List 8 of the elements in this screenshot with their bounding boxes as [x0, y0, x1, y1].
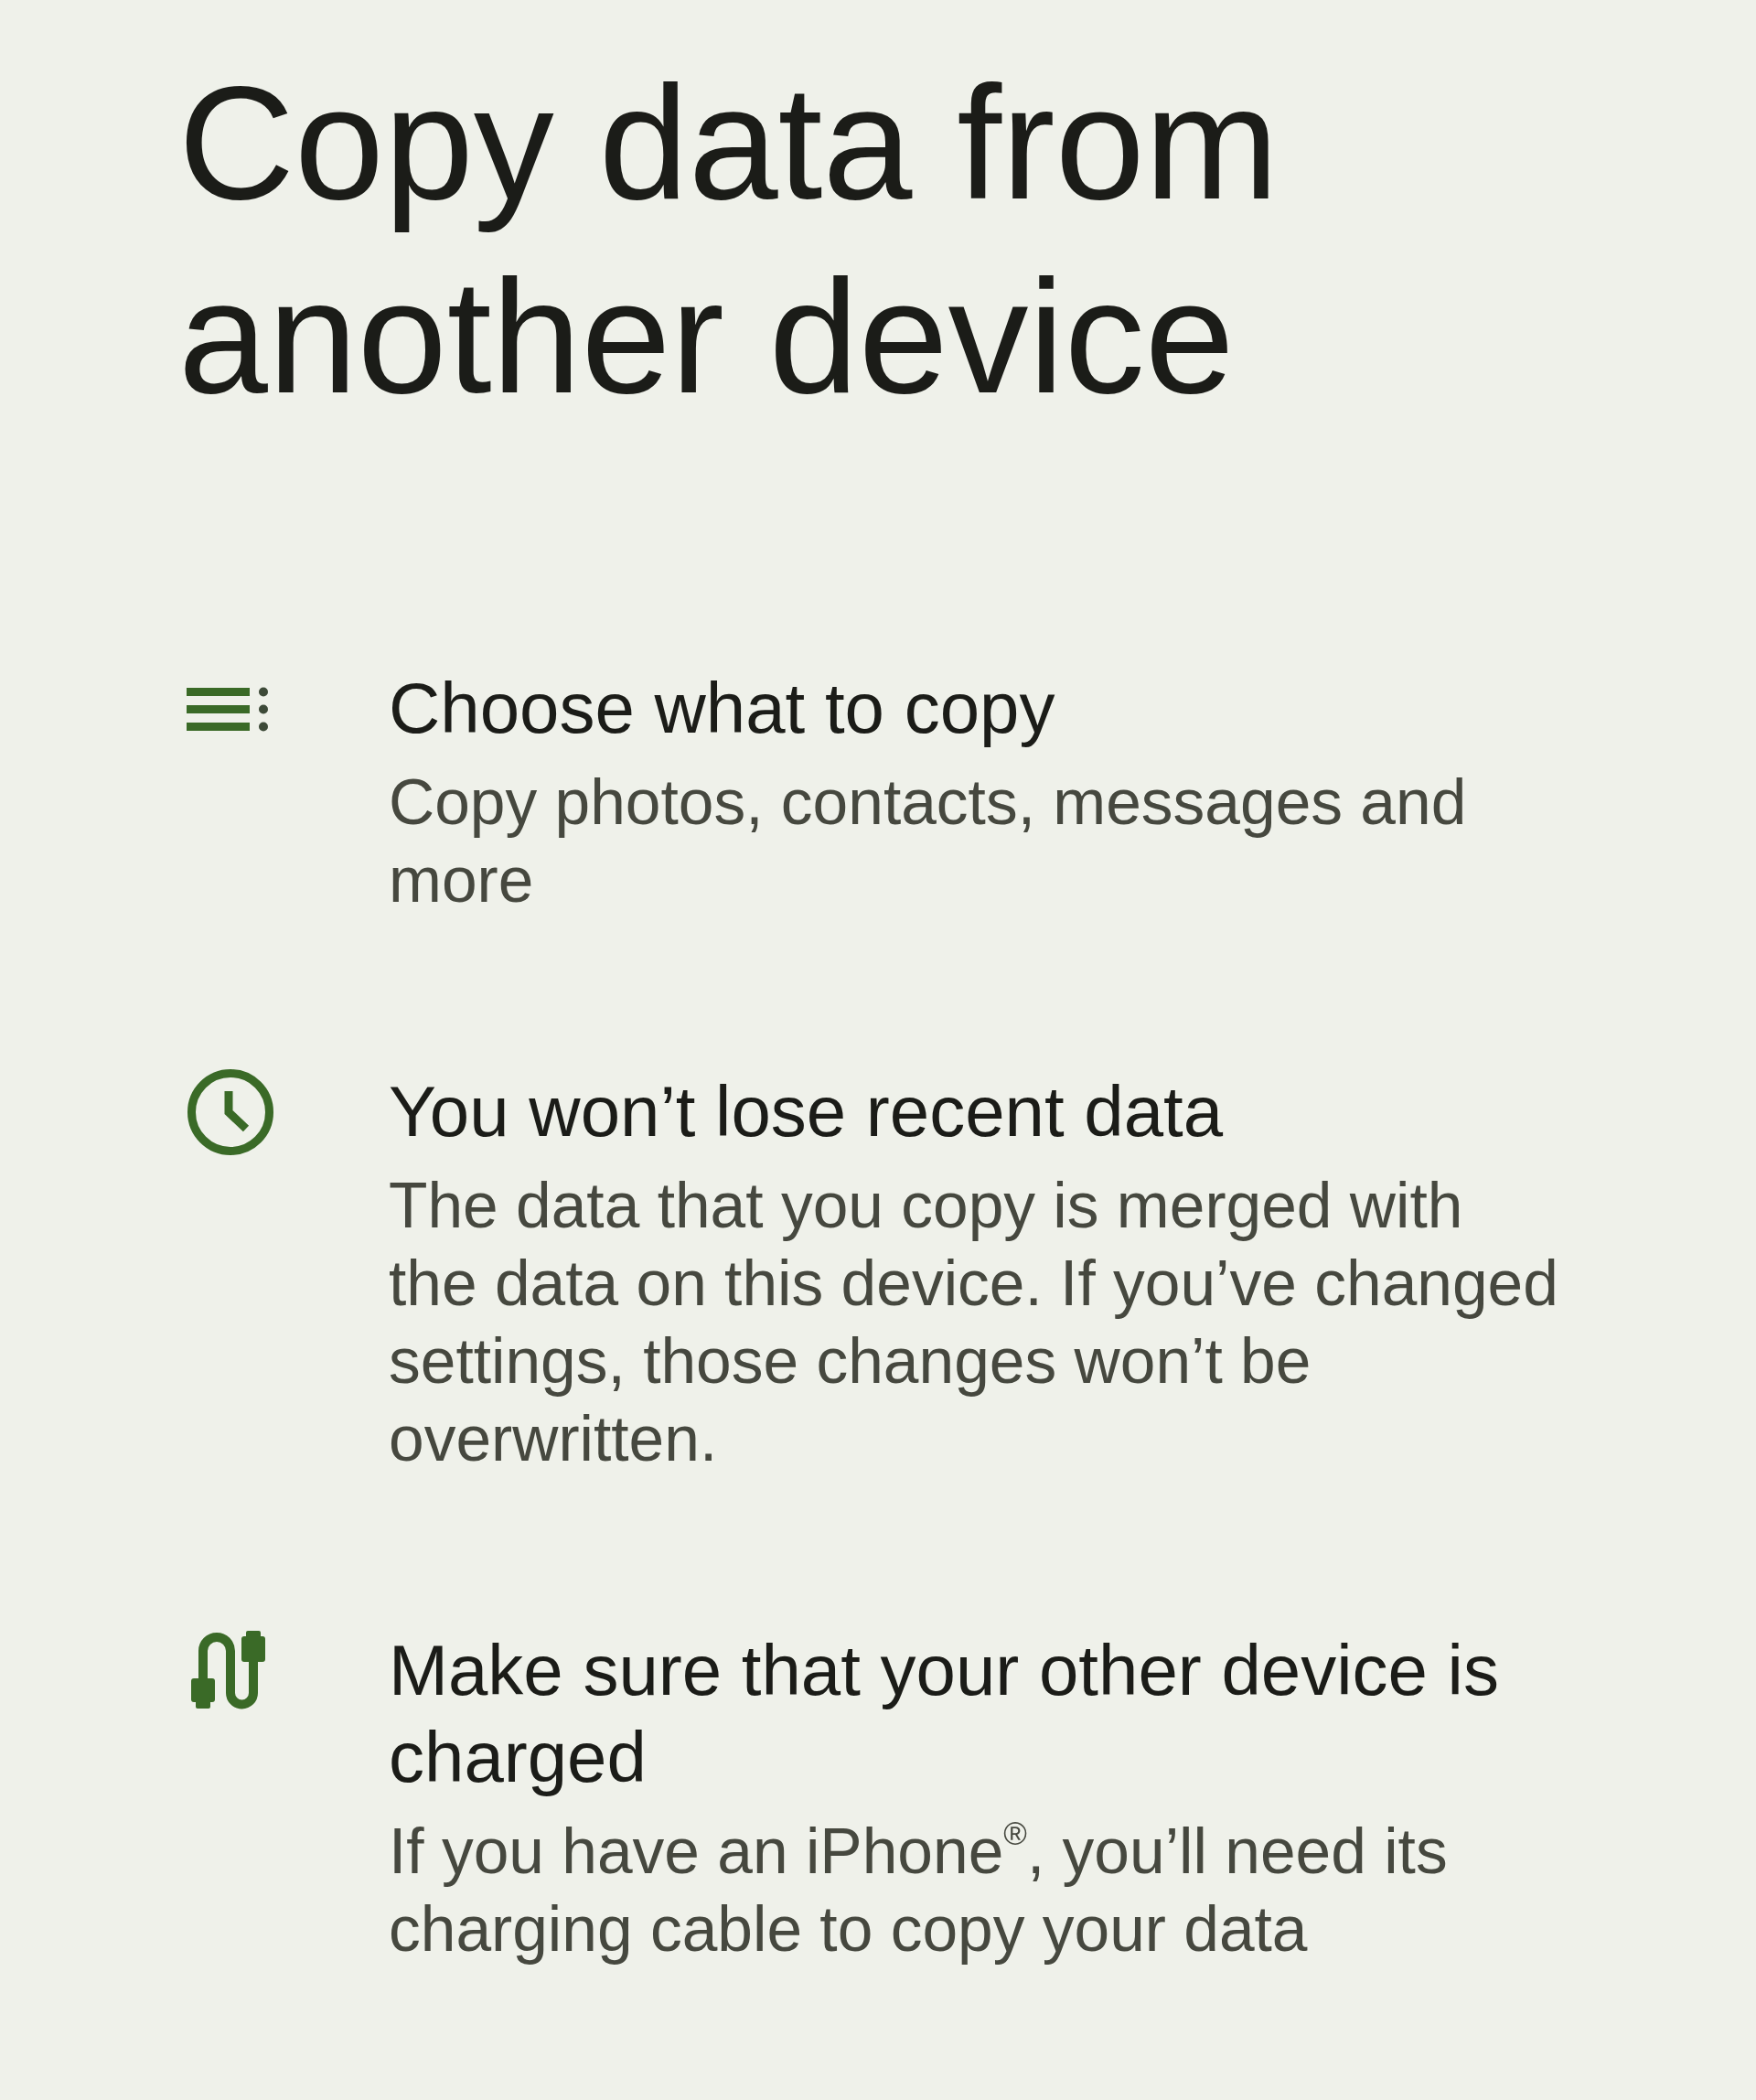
info-description: Copy photos, contacts, messages and more — [389, 766, 1468, 917]
page-title: Copy data from another device — [178, 52, 1280, 428]
clock-icon — [187, 1067, 274, 1156]
info-heading: Choose what to copy — [389, 667, 1056, 750]
info-heading: You won’t lose recent data — [389, 1070, 1225, 1153]
info-heading: Make sure that your other device is charged — [389, 1629, 1500, 1799]
info-description: If you have an iPhone$^{®}$, you’ll need its charging cable to copy your data — [389, 1815, 1449, 1966]
info-description: The data that you copy is merged with the data on this device. If you’ve changed settings, those changes won’t be overwritten. — [389, 1169, 1559, 1476]
